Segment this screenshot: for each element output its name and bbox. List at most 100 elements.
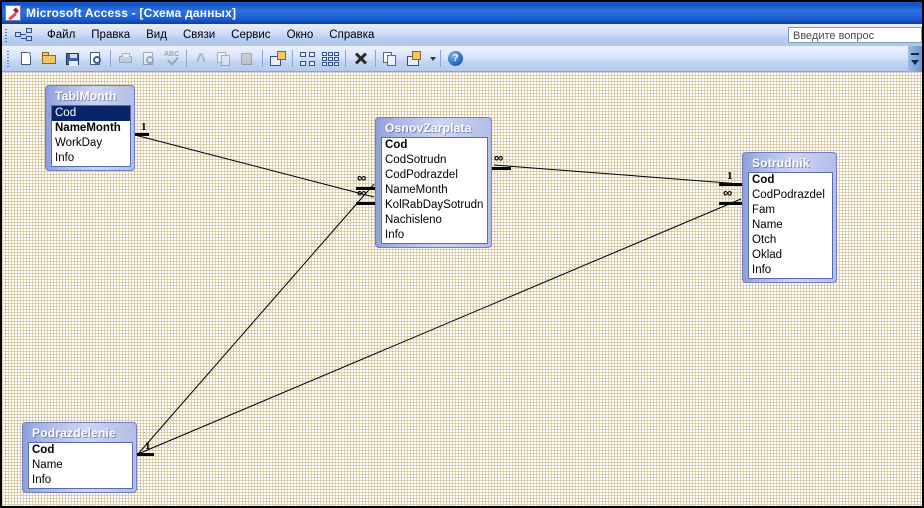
help-button[interactable]: ? [444, 48, 467, 70]
field-row[interactable]: Otch [749, 233, 832, 248]
field-list-osnovzarplata: Cod CodSotrudn CodPodrazdel NameMonth Ko… [381, 137, 488, 244]
print-preview-button[interactable] [137, 48, 160, 70]
cut-button[interactable] [190, 48, 213, 70]
field-row[interactable]: Cod [29, 443, 132, 458]
database-window-icon [382, 51, 399, 67]
add-table-icon [269, 50, 286, 67]
table-box-podrazdelenie[interactable]: Podrazdelenie Cod Name Info [22, 422, 137, 493]
menu-item-window[interactable]: Окно [279, 27, 322, 43]
access-window: Microsoft Access - [Схема данных] Файл П… [0, 0, 924, 508]
toolbar-grip-icon[interactable] [5, 48, 12, 69]
field-row[interactable]: WorkDay [52, 136, 130, 151]
menu-bar: Файл Правка Вид Связи Сервис Окно Справк… [2, 24, 922, 46]
field-row[interactable]: Info [749, 263, 832, 278]
open-database-button[interactable] [38, 48, 61, 70]
table-title-podrazdelenie: Podrazdelenie [32, 426, 116, 440]
relationship-line-tablmonth-osnovzarplata[interactable] [134, 134, 375, 198]
new-object-dropdown-button[interactable] [425, 48, 437, 70]
cardinality-one: 1 [727, 170, 733, 182]
menu-item-help[interactable]: Справка [321, 27, 382, 43]
cardinality-infinity: ∞ [357, 185, 366, 200]
relationships-canvas[interactable]: 1 ∞ ∞ ∞ 1 ∞ 1 TablMonth Cod NameMonth Wo… [2, 73, 922, 506]
save-button[interactable] [61, 48, 84, 70]
print-icon [117, 51, 134, 67]
field-row[interactable]: NameMonth [382, 183, 487, 198]
toolbar-options-button[interactable] [908, 46, 922, 72]
endpoint-tick [719, 202, 742, 205]
cardinality-infinity: ∞ [357, 170, 366, 185]
field-list-podrazdelenie: Cod Name Info [28, 442, 133, 489]
help-icon: ? [447, 50, 464, 67]
open-database-icon [41, 51, 58, 67]
field-row[interactable]: Name [749, 218, 832, 233]
toolbar-separator [110, 50, 111, 67]
search-button[interactable] [84, 48, 107, 70]
title-bar: Microsoft Access - [Схема данных] [2, 2, 922, 24]
toolbar: ABC ? [2, 46, 922, 72]
paste-icon [239, 51, 256, 67]
field-row[interactable]: Oklad [749, 248, 832, 263]
relationship-line-podrazdelenie-osnovzarplata[interactable] [137, 183, 375, 455]
endpoint-tick [492, 167, 511, 170]
menu-item-edit[interactable]: Правка [83, 27, 138, 43]
field-row[interactable]: CodPodrazdel [382, 168, 487, 183]
new-object-button[interactable] [402, 48, 425, 70]
toolbar-separator [262, 50, 263, 67]
menu-item-view[interactable]: Вид [138, 27, 175, 43]
search-icon [87, 51, 104, 67]
field-row[interactable]: Cod [52, 106, 130, 121]
new-database-button[interactable] [15, 48, 38, 70]
ask-a-question-input[interactable]: Введите вопрос [788, 27, 922, 43]
new-database-icon [18, 51, 35, 67]
cardinality-one: 1 [145, 440, 151, 452]
menu-item-tools[interactable]: Сервис [223, 27, 278, 43]
database-window-button[interactable] [379, 48, 402, 70]
clear-layout-button[interactable] [349, 48, 372, 70]
add-table-button[interactable] [266, 48, 289, 70]
relationships-icon [15, 27, 33, 43]
field-list-sotrudnik: Cod CodPodrazdel Fam Name Otch Oklad Inf… [748, 172, 833, 279]
field-row[interactable]: Info [52, 151, 130, 166]
cardinality-infinity: ∞ [494, 150, 503, 165]
toolbar-separator [375, 50, 376, 67]
show-all-relationships-icon [322, 51, 339, 67]
table-title-osnovzarplata: OsnovZarplata [385, 121, 472, 135]
new-object-icon [405, 50, 422, 67]
field-row[interactable]: Fam [749, 203, 832, 218]
field-list-tablmonth: Cod NameMonth WorkDay Info [51, 105, 131, 167]
field-row[interactable]: Info [29, 473, 132, 488]
table-box-tablmonth[interactable]: TablMonth Cod NameMonth WorkDay Info [45, 85, 135, 171]
field-row[interactable]: Name [29, 458, 132, 473]
spelling-icon: ABC [163, 51, 180, 67]
table-box-sotrudnik[interactable]: Sotrudnik Cod CodPodrazdel Fam Name Otch… [742, 152, 837, 283]
field-row[interactable]: KolRabDaySotrudn [382, 198, 487, 213]
field-row[interactable]: Info [382, 228, 487, 243]
toolbar-separator [186, 50, 187, 67]
menu-grip-icon[interactable] [4, 26, 13, 44]
endpoint-tick [135, 453, 154, 456]
field-row[interactable]: Nachisleno [382, 213, 487, 228]
spelling-button[interactable]: ABC [160, 48, 183, 70]
relationship-line-osnovzarplata-sotrudnik[interactable] [493, 164, 742, 185]
cardinality-one: 1 [141, 121, 147, 133]
paste-button[interactable] [236, 48, 259, 70]
field-row[interactable]: Cod [382, 138, 487, 153]
field-row[interactable]: CodPodrazdel [749, 188, 832, 203]
cardinality-infinity: ∞ [723, 185, 732, 200]
show-all-relationships-button[interactable] [319, 48, 342, 70]
toolbar-separator [292, 50, 293, 67]
print-button[interactable] [114, 48, 137, 70]
menu-item-file[interactable]: Файл [39, 27, 83, 43]
clear-layout-icon [352, 51, 369, 67]
endpoint-tick [133, 133, 149, 136]
field-row[interactable]: NameMonth [52, 121, 130, 136]
cut-icon [193, 51, 210, 67]
copy-button[interactable] [213, 48, 236, 70]
field-row[interactable]: CodSotrudn [382, 153, 487, 168]
field-row[interactable]: Cod [749, 173, 832, 188]
save-icon [64, 51, 81, 67]
chevron-down-icon [427, 51, 436, 67]
table-box-osnovzarplata[interactable]: OsnovZarplata Cod CodSotrudn CodPodrazde… [375, 117, 492, 248]
menu-item-relationships[interactable]: Связи [175, 27, 223, 43]
show-direct-relationships-button[interactable] [296, 48, 319, 70]
